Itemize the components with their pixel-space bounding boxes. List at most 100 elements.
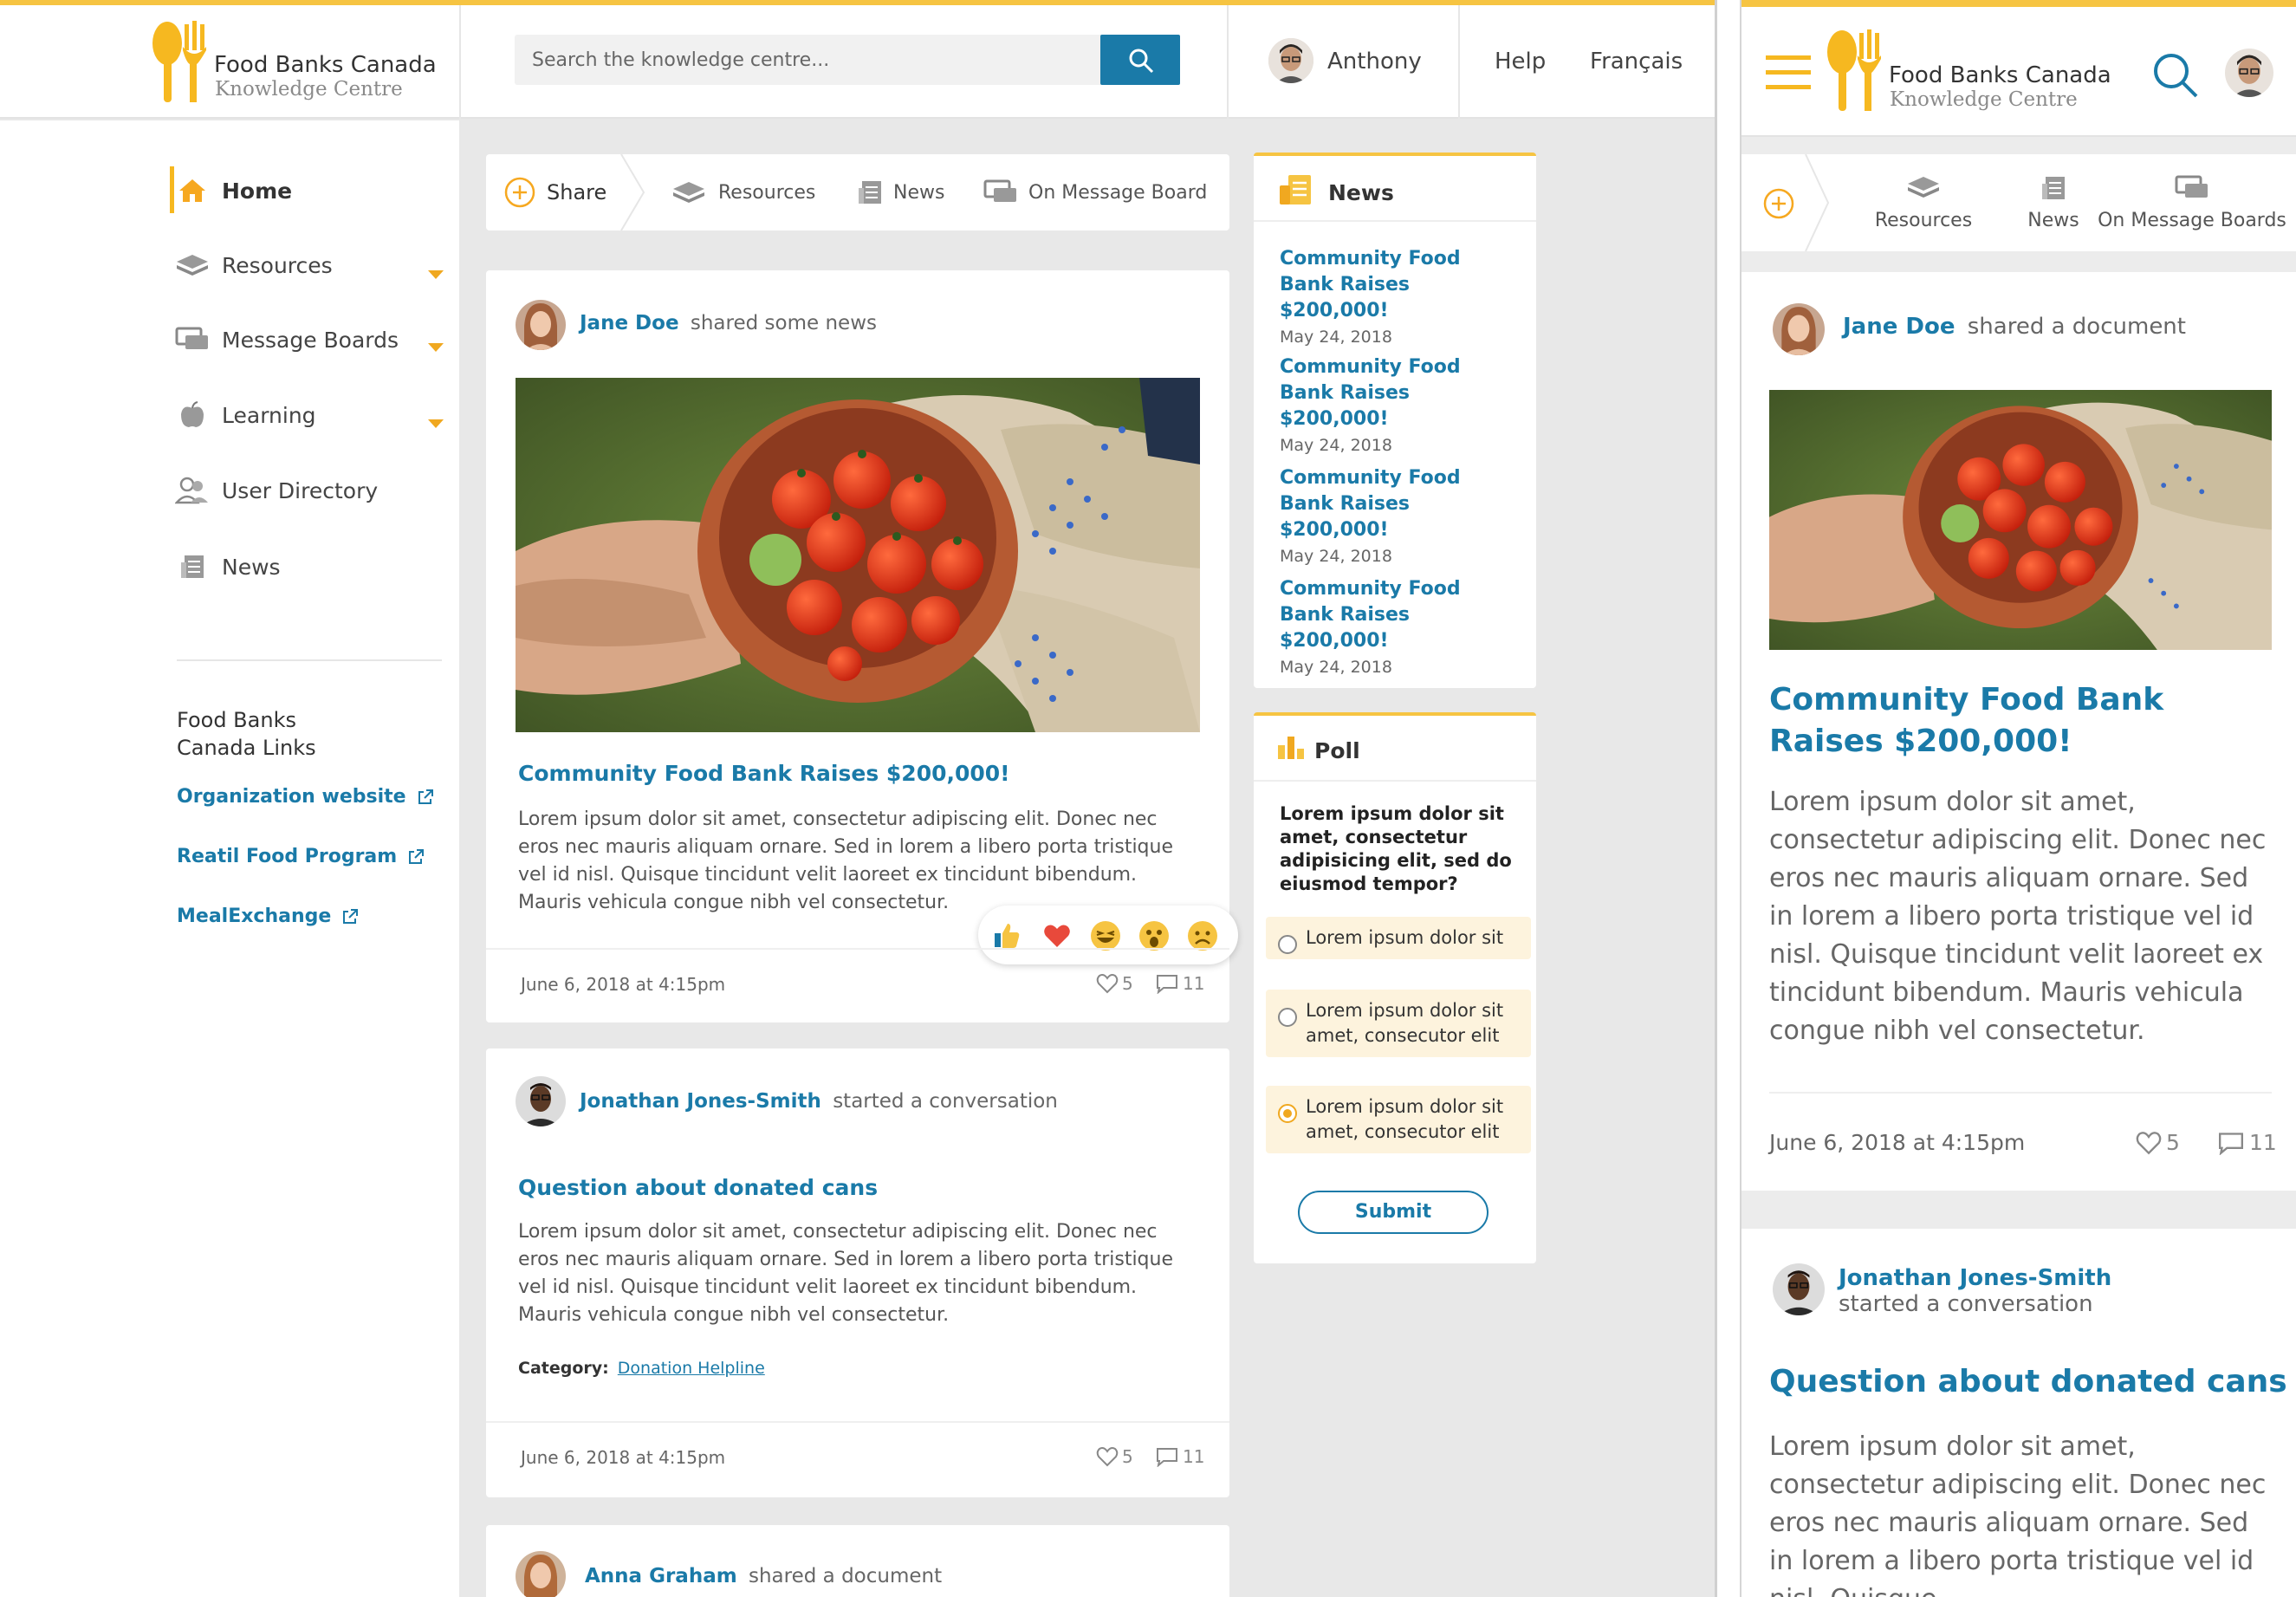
divider	[486, 1421, 1229, 1423]
stack-icon	[173, 248, 211, 282]
category-link[interactable]: Donation Helpline	[618, 1359, 765, 1378]
news-title-link[interactable]: Community Food Bank Raises $200,000!	[1280, 354, 1514, 432]
tab-message-boards[interactable]: On Message Boards	[2088, 175, 2296, 231]
heart-outline-icon	[2136, 1131, 2162, 1154]
heart-icon[interactable]	[1042, 921, 1072, 951]
chevron-down-icon[interactable]	[428, 343, 444, 352]
search-box	[515, 35, 1104, 85]
chevron-divider	[1805, 154, 1830, 251]
avatar[interactable]	[516, 300, 566, 350]
search-input[interactable]	[515, 35, 1102, 85]
share-bar: Share Resources News On Message Board	[486, 154, 1229, 230]
sidebar-item-user-directory[interactable]: User Directory	[173, 469, 378, 512]
news-item[interactable]: Community Food Bank Raises $200,000! May…	[1280, 246, 1514, 347]
search-icon[interactable]	[2152, 52, 2199, 99]
sidebar-item-learning[interactable]: Learning	[173, 393, 316, 437]
apple-icon	[173, 398, 211, 432]
search-button[interactable]	[1100, 35, 1180, 85]
poll-option[interactable]: Lorem ipsum dolor sit amet, consecutor e…	[1266, 990, 1531, 1057]
post-title-link[interactable]: Community Food Bank Raises $200,000!	[1769, 679, 2272, 763]
avatar[interactable]	[1773, 303, 1825, 355]
author-link[interactable]: Jonathan Jones-Smith	[1839, 1265, 2111, 1291]
post-byline: Jonathan Jones-Smith started a conversat…	[580, 1090, 1058, 1113]
like-count[interactable]: 5	[1096, 973, 1133, 994]
mealexchange-link[interactable]: MealExchange	[177, 906, 359, 927]
avatar[interactable]	[516, 1551, 566, 1597]
submit-button[interactable]: Submit	[1298, 1191, 1489, 1234]
chevron-down-icon[interactable]	[428, 270, 444, 279]
author-link[interactable]: Jane Doe	[580, 312, 679, 334]
hamburger-menu-icon[interactable]	[1766, 55, 1811, 90]
sidebar-item-home[interactable]: Home	[173, 169, 292, 212]
user-name[interactable]: Anthony	[1327, 49, 1422, 75]
tab-news[interactable]: News	[857, 154, 944, 230]
users-icon	[173, 473, 211, 508]
author-link[interactable]: Jane Doe	[1843, 314, 1955, 340]
sidebar-item-message-boards[interactable]: Message Boards	[173, 318, 399, 361]
sidebar-item-resources[interactable]: Resources	[173, 243, 333, 287]
comment-count[interactable]: 11	[2216, 1130, 2277, 1155]
plus-circle-icon[interactable]	[1762, 187, 1795, 220]
retail-food-program-link[interactable]: Reatil Food Program	[177, 846, 425, 867]
post-image[interactable]	[516, 378, 1200, 732]
author-link[interactable]: Anna Graham	[585, 1565, 737, 1587]
bar-chart-icon	[1278, 737, 1304, 759]
share-button[interactable]: Share	[503, 154, 606, 230]
feed-post: Jonathan Jones-Smith started a conversat…	[486, 1048, 1229, 1497]
home-icon	[173, 173, 211, 208]
sidebar-item-label: Resources	[222, 252, 333, 278]
post-title-link[interactable]: Question about donated cans	[1769, 1364, 2287, 1399]
brand-subtitle: Knowledge Centre	[1890, 88, 2078, 111]
news-panel: News Community Food Bank Raises $200,000…	[1254, 153, 1536, 688]
comment-count[interactable]: 11	[1155, 1446, 1204, 1467]
post-title-link[interactable]: Question about donated cans	[518, 1175, 878, 1200]
post-image[interactable]	[1769, 390, 2272, 650]
tab-resources[interactable]: Resources	[1854, 175, 1993, 231]
stack-icon	[673, 182, 704, 203]
news-title-link[interactable]: Community Food Bank Raises $200,000!	[1280, 246, 1514, 324]
like-count[interactable]: 5	[2135, 1130, 2180, 1155]
thumbs-up-icon[interactable]	[992, 921, 1022, 951]
mobile-view: Food Banks Canada Knowledge Centre Resou…	[1740, 0, 2296, 1597]
feed-post: Jonathan Jones-Smith started a conversat…	[1741, 1229, 2296, 1597]
radio-button[interactable]	[1278, 935, 1297, 954]
news-item[interactable]: Community Food Bank Raises $200,000! May…	[1280, 354, 1514, 455]
chat-bubbles-icon	[2175, 175, 2208, 198]
external-link-icon	[343, 908, 359, 924]
radio-button-selected[interactable]	[1278, 1104, 1297, 1123]
sidebar: Home Resources Message Boards Learning U…	[0, 120, 459, 1597]
chevron-divider	[620, 154, 645, 230]
language-toggle[interactable]: Français	[1590, 49, 1683, 75]
organization-website-link[interactable]: Organization website	[177, 786, 434, 808]
news-date: May 24, 2018	[1280, 658, 1392, 677]
radio-button[interactable]	[1278, 1008, 1297, 1027]
help-link[interactable]: Help	[1495, 49, 1546, 75]
sidebar-item-news[interactable]: News	[173, 545, 281, 588]
avatar[interactable]	[1268, 38, 1313, 83]
chat-bubbles-icon	[173, 322, 211, 357]
news-title-link[interactable]: Community Food Bank Raises $200,000!	[1280, 576, 1514, 654]
like-count[interactable]: 5	[1096, 1446, 1133, 1467]
avatar[interactable]	[516, 1076, 566, 1126]
sidebar-item-label: Learning	[222, 402, 316, 428]
comment-count[interactable]: 11	[1155, 973, 1204, 994]
avatar[interactable]	[1773, 1263, 1825, 1315]
spoon-fork-logo-icon	[152, 21, 206, 102]
feed-post: Jane Doe shared a document Community Foo…	[1741, 272, 2296, 1191]
tab-resources[interactable]: Resources	[670, 154, 815, 230]
chevron-down-icon[interactable]	[428, 419, 444, 428]
avatar[interactable]	[2225, 49, 2273, 97]
desktop-view: Food Banks Canada Knowledge Centre A	[0, 0, 1717, 1597]
post-title-link[interactable]: Community Food Bank Raises $200,000!	[518, 761, 1010, 786]
tab-message-board[interactable]: On Message Board	[983, 154, 1207, 230]
poll-option[interactable]: Lorem ipsum dolor sit	[1266, 917, 1531, 959]
mobile-header: Food Banks Canada Knowledge Centre	[1741, 7, 2296, 137]
news-item[interactable]: Community Food Bank Raises $200,000! May…	[1280, 576, 1514, 677]
logo[interactable]: Food Banks Canada Knowledge Centre	[1826, 29, 2111, 116]
news-title-link[interactable]: Community Food Bank Raises $200,000!	[1280, 465, 1514, 543]
news-item[interactable]: Community Food Bank Raises $200,000! May…	[1280, 465, 1514, 566]
poll-option-selected[interactable]: Lorem ipsum dolor sit amet, consecutor e…	[1266, 1086, 1531, 1153]
post-byline: Jonathan Jones-Smith started a conversat…	[1839, 1265, 2112, 1317]
author-link[interactable]: Jonathan Jones-Smith	[580, 1090, 821, 1113]
logo[interactable]: Food Banks Canada Knowledge Centre	[152, 21, 437, 107]
